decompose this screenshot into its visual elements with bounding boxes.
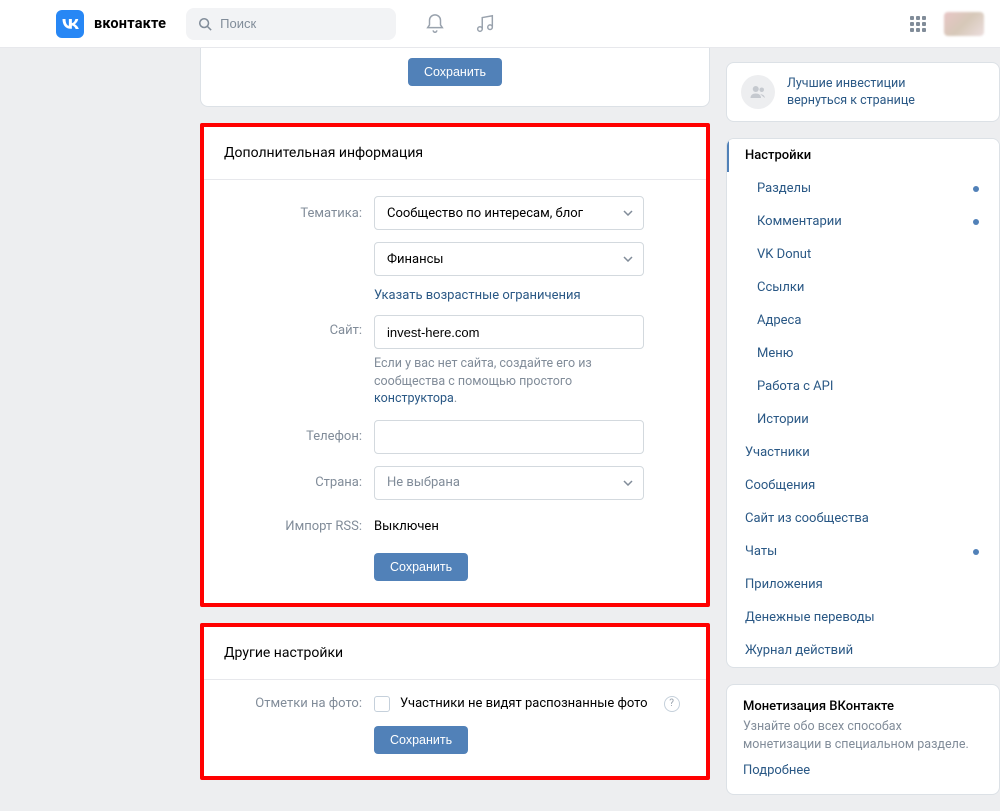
nav-item-label: Сайт из сообщества [745, 511, 869, 526]
nav-item-label: Сообщения [745, 478, 815, 493]
nav-item-15[interactable]: Журнал действий [727, 634, 999, 667]
site-input[interactable] [374, 315, 644, 349]
nav-item-13[interactable]: Приложения [727, 568, 999, 601]
back-subtitle: вернуться к странице [787, 93, 915, 108]
search-input[interactable] [220, 16, 384, 31]
vk-logo-icon [56, 10, 84, 38]
country-select[interactable]: Не выбрана [374, 466, 644, 500]
nav-item-label: Приложения [745, 577, 823, 592]
label-phone: Телефон: [224, 429, 374, 444]
monetization-title: Монетизация ВКонтакте [743, 699, 983, 714]
nav-item-10[interactable]: Сообщения [727, 469, 999, 502]
settings-nav: Настройки Разделы Комментарии VK Donut Ссылк… [726, 138, 1000, 668]
nav-item-3[interactable]: VK Donut [727, 238, 999, 271]
nav-item-9[interactable]: Участники [727, 436, 999, 469]
back-to-page-link[interactable]: Лучшие инвестиции вернуться к странице [727, 63, 999, 121]
photo-marks-checkbox[interactable] [374, 696, 390, 712]
nav-item-label: Работа с API [757, 379, 833, 394]
monetization-card: Монетизация ВКонтакте Узнайте обо всех с… [726, 684, 1000, 795]
nav-item-14[interactable]: Денежные переводы [727, 601, 999, 634]
photo-marks-checkbox-label: Участники не видят распознанные фото [400, 696, 648, 711]
subtopic-select[interactable]: Финансы [374, 242, 644, 276]
search-box[interactable] [186, 8, 396, 40]
nav-item-8[interactable]: Истории [727, 403, 999, 436]
nav-item-label: Денежные переводы [745, 610, 875, 625]
label-country: Страна: [224, 475, 374, 490]
rss-value: Выключен [374, 512, 686, 541]
nav-item-label: Чаты [745, 544, 777, 559]
nav-item-label: Истории [757, 412, 809, 427]
community-avatar-icon [741, 75, 775, 109]
monetization-more-link[interactable]: Подробнее [743, 763, 810, 778]
chevron-down-icon [623, 256, 633, 262]
brand-text: вконтакте [94, 15, 166, 32]
additional-info-card: Дополнительная информация Тематика: Сооб… [204, 127, 706, 603]
app-header: вконтакте [0, 0, 1000, 48]
nav-item-label: Комментарии [757, 214, 842, 229]
highlight-additional-info: Дополнительная информация Тематика: Сооб… [200, 123, 710, 607]
help-icon[interactable]: ? [664, 696, 680, 712]
nav-item-label: VK Donut [757, 247, 811, 262]
back-title: Лучшие инвестиции [787, 76, 915, 91]
chevron-down-icon [623, 210, 633, 216]
nav-item-label: Разделы [757, 181, 811, 196]
save-button-top[interactable]: Сохранить [408, 58, 502, 86]
chevron-down-icon [623, 480, 633, 486]
search-icon [198, 17, 212, 31]
services-grid-icon[interactable] [910, 16, 926, 32]
highlight-other-settings: Другие настройки Отметки на фото: Участн… [200, 623, 710, 780]
music-icon[interactable] [474, 13, 496, 35]
label-rss: Импорт RSS: [224, 519, 374, 534]
label-photo-marks: Отметки на фото: [224, 696, 374, 711]
topic-select[interactable]: Сообщество по интересам, блог [374, 196, 644, 230]
nav-item-label: Меню [757, 346, 793, 361]
notification-dot-icon [973, 549, 979, 555]
nav-item-label: Журнал действий [745, 643, 853, 658]
phone-input[interactable] [374, 420, 644, 454]
nav-item-label: Настройки [745, 148, 811, 163]
additional-info-title: Дополнительная информация [204, 127, 706, 180]
bell-icon[interactable] [424, 13, 446, 35]
topic-select-value: Сообщество по интересам, блог [387, 206, 583, 221]
nav-item-0[interactable]: Настройки [727, 139, 999, 172]
nav-item-label: Участники [745, 445, 810, 460]
constructor-link[interactable]: конструктора [374, 391, 454, 406]
nav-item-6[interactable]: Меню [727, 337, 999, 370]
nav-item-1[interactable]: Разделы [727, 172, 999, 205]
nav-item-label: Ссылки [757, 280, 804, 295]
country-select-value: Не выбрана [387, 475, 460, 490]
nav-item-12[interactable]: Чаты [727, 535, 999, 568]
monetization-text: Узнайте обо всех способах монетизации в … [743, 718, 983, 753]
logo[interactable]: вконтакте [56, 10, 166, 38]
other-settings-card: Другие настройки Отметки на фото: Участн… [204, 627, 706, 776]
nav-item-label: Адреса [757, 313, 801, 328]
header-icons [424, 13, 496, 35]
subtopic-select-value: Финансы [387, 252, 444, 267]
notification-dot-icon [973, 219, 979, 225]
back-to-page-card: Лучшие инвестиции вернуться к странице [726, 62, 1000, 122]
save-button-additional[interactable]: Сохранить [374, 553, 468, 581]
age-restriction-link[interactable]: Указать возрастные ограничения [374, 288, 581, 303]
nav-item-2[interactable]: Комментарии [727, 205, 999, 238]
label-topic: Тематика: [224, 206, 374, 221]
label-site: Сайт: [224, 315, 374, 338]
site-help-text: Если у вас нет сайта, создайте его из со… [374, 355, 644, 408]
nav-item-5[interactable]: Адреса [727, 304, 999, 337]
previous-section-tail: Сохранить [200, 48, 710, 107]
nav-item-4[interactable]: Ссылки [727, 271, 999, 304]
notification-dot-icon [973, 186, 979, 192]
user-avatar[interactable] [944, 12, 984, 36]
nav-item-11[interactable]: Сайт из сообщества [727, 502, 999, 535]
save-button-other[interactable]: Сохранить [374, 726, 468, 754]
nav-item-7[interactable]: Работа с API [727, 370, 999, 403]
other-settings-title: Другие настройки [204, 627, 706, 680]
